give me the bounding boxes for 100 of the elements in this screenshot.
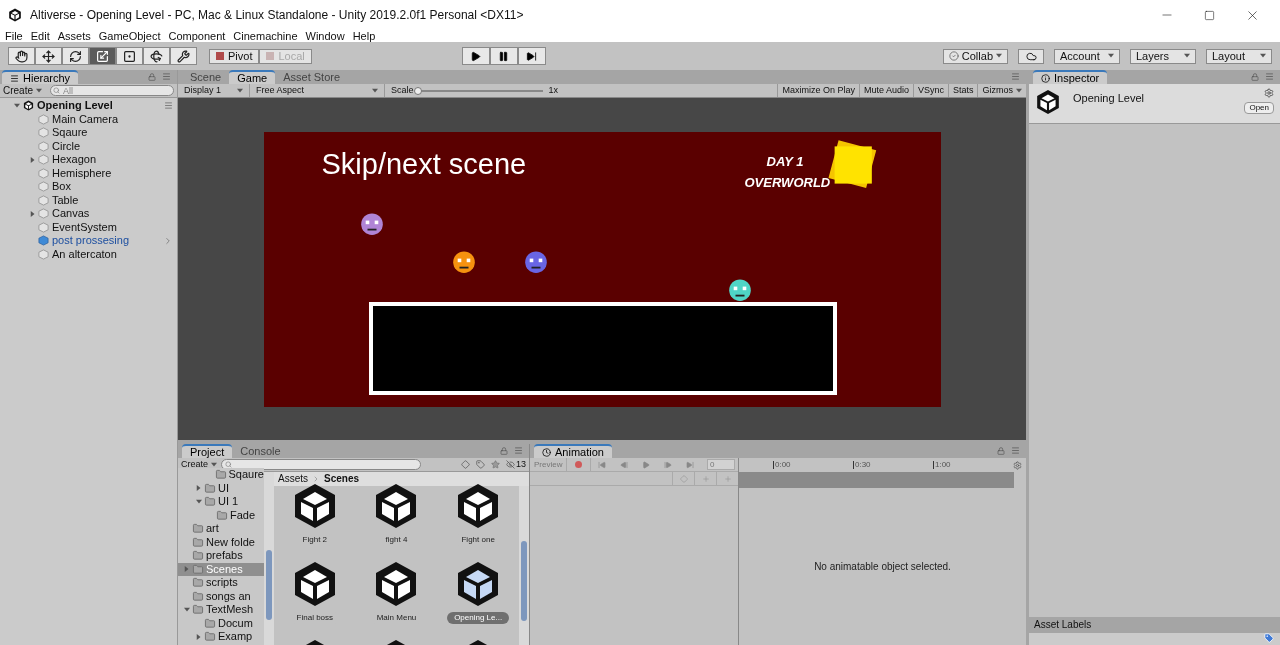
layout-dropdown[interactable]: Layout	[1206, 48, 1272, 64]
tool-button[interactable]	[170, 47, 197, 65]
hierarchy-item[interactable]: EventSystem	[52, 221, 117, 233]
menu-item[interactable]: Cinemachine	[233, 30, 298, 42]
menu-item[interactable]: Help	[352, 30, 376, 42]
breadcrumb-item[interactable]: Scenes	[324, 474, 360, 484]
view-tab[interactable]: Asset Store	[275, 70, 349, 84]
folder-row[interactable]: Examp	[178, 630, 264, 644]
hierarchy-item[interactable]: Sqaure	[52, 127, 88, 139]
folder-row[interactable]: New folde	[178, 535, 264, 549]
scene-title[interactable]: Opening Level	[37, 100, 113, 112]
create-dropdown[interactable]: Create	[181, 460, 217, 469]
filter-type-icon[interactable]	[461, 460, 470, 469]
collapsed-caret-icon[interactable]	[184, 566, 190, 573]
collab-dropdown[interactable]: Collab	[942, 48, 1008, 64]
folder-row[interactable]: UI 1	[178, 495, 264, 509]
hidden-eye-icon[interactable]	[506, 460, 515, 469]
chevron-right-icon[interactable]	[163, 235, 173, 246]
collapsed-caret-icon[interactable]	[196, 485, 202, 492]
slider-thumb[interactable]	[413, 86, 422, 95]
view-tab[interactable]: Game	[229, 70, 276, 84]
lock-icon[interactable]	[997, 447, 1005, 455]
tool-button[interactable]	[62, 47, 89, 65]
tool-button[interactable]	[116, 47, 143, 65]
handle-mode-button[interactable]: Pivot	[209, 48, 260, 64]
scale-slider[interactable]	[417, 89, 543, 92]
hierarchy-tab[interactable]: Hierarchy	[2, 70, 79, 84]
hierarchy-item[interactable]: Table	[52, 194, 79, 206]
menu-icon[interactable]	[1011, 72, 1020, 81]
settings-icon[interactable]	[1013, 460, 1022, 470]
hierarchy-item[interactable]: Canvas	[52, 208, 90, 220]
scrollbar[interactable]	[519, 486, 529, 645]
layers-dropdown[interactable]: Layers	[1130, 48, 1196, 64]
toggle-button[interactable]: Maximize On Play	[777, 84, 859, 97]
scrollbar[interactable]	[264, 472, 274, 645]
menu-item[interactable]: Edit	[30, 30, 50, 42]
menu-icon[interactable]	[162, 72, 171, 81]
folder-row[interactable]: TextMesh	[178, 603, 264, 617]
open-button[interactable]: Open	[1244, 102, 1274, 114]
folder-row[interactable]: prefabs	[178, 549, 264, 563]
tag-icon[interactable]	[476, 460, 485, 469]
search-field[interactable]: All	[50, 85, 174, 96]
menu-icon[interactable]	[164, 101, 173, 111]
account-dropdown[interactable]: Account	[1054, 48, 1120, 64]
inspector-tab[interactable]: Inspector	[1033, 70, 1108, 84]
toggle-button[interactable]: Stats	[947, 84, 978, 97]
folder-row[interactable]: Docum	[178, 616, 264, 630]
hierarchy-item[interactable]: post prossesing	[52, 235, 130, 247]
panel-tab[interactable]: Project	[182, 444, 233, 458]
expanded-caret-icon[interactable]	[14, 102, 20, 109]
create-dropdown[interactable]: Create	[3, 85, 42, 96]
lock-icon[interactable]	[1251, 73, 1259, 81]
step-button[interactable]	[517, 47, 546, 65]
menu-item[interactable]: Assets	[57, 30, 91, 42]
toggle-button[interactable]: Mute Audio	[858, 84, 913, 97]
lock-icon[interactable]	[148, 73, 156, 81]
hierarchy-item[interactable]: Circle	[52, 140, 81, 152]
play-button[interactable]	[461, 47, 490, 65]
menu-item[interactable]: Window	[305, 30, 345, 42]
folder-row[interactable]: UI	[178, 481, 264, 495]
hierarchy-item[interactable]: Hexagon	[52, 154, 97, 166]
folder-row[interactable]: Fade	[178, 508, 264, 522]
menu-item[interactable]: Component	[168, 30, 226, 42]
display-dropdown[interactable]: Display 1	[178, 84, 250, 97]
star-icon[interactable]	[491, 460, 500, 469]
menu-icon[interactable]	[1011, 446, 1020, 455]
cloud-button[interactable]	[1018, 48, 1044, 64]
settings-icon[interactable]	[1264, 88, 1274, 98]
toggle-button[interactable]: Gizmos	[977, 84, 1026, 97]
folder-row[interactable]: art	[178, 522, 264, 536]
pause-button[interactable]	[489, 47, 518, 65]
tool-button[interactable]	[143, 47, 170, 65]
menu-icon[interactable]	[514, 446, 523, 455]
search-field[interactable]	[221, 459, 421, 470]
aspect-dropdown[interactable]: Free Aspect	[250, 84, 385, 97]
breadcrumb-item[interactable]: Assets	[278, 474, 308, 484]
tool-button[interactable]	[8, 47, 35, 65]
hierarchy-item[interactable]: Hemisphere	[52, 167, 112, 179]
view-tab[interactable]: Scene	[182, 70, 230, 84]
tool-button[interactable]	[35, 47, 62, 65]
collapsed-caret-icon[interactable]	[30, 156, 36, 163]
toggle-button[interactable]: VSync	[912, 84, 948, 97]
menu-item[interactable]: File	[5, 30, 23, 42]
menu-icon[interactable]	[1265, 72, 1274, 81]
collapsed-caret-icon[interactable]	[196, 633, 202, 640]
asset-item[interactable]: Opening Le...	[447, 612, 510, 624]
folder-row[interactable]: scripts	[178, 576, 264, 590]
folder-row[interactable]: songs an	[178, 589, 264, 603]
menu-item[interactable]: GameObject	[98, 30, 161, 42]
expanded-caret-icon[interactable]	[184, 606, 190, 613]
lock-icon[interactable]	[500, 447, 508, 455]
panel-tab[interactable]: Console	[232, 444, 289, 458]
hierarchy-item[interactable]: An altercaton	[52, 248, 117, 260]
maximize-icon[interactable]	[1204, 9, 1215, 21]
folder-row[interactable]: Sqaure	[178, 468, 264, 482]
animation-tab[interactable]: Animation	[534, 444, 612, 458]
expanded-caret-icon[interactable]	[196, 498, 202, 505]
tool-button[interactable]	[89, 47, 116, 65]
hierarchy-item[interactable]: Box	[52, 181, 71, 193]
hierarchy-item[interactable]: Main Camera	[52, 113, 119, 125]
